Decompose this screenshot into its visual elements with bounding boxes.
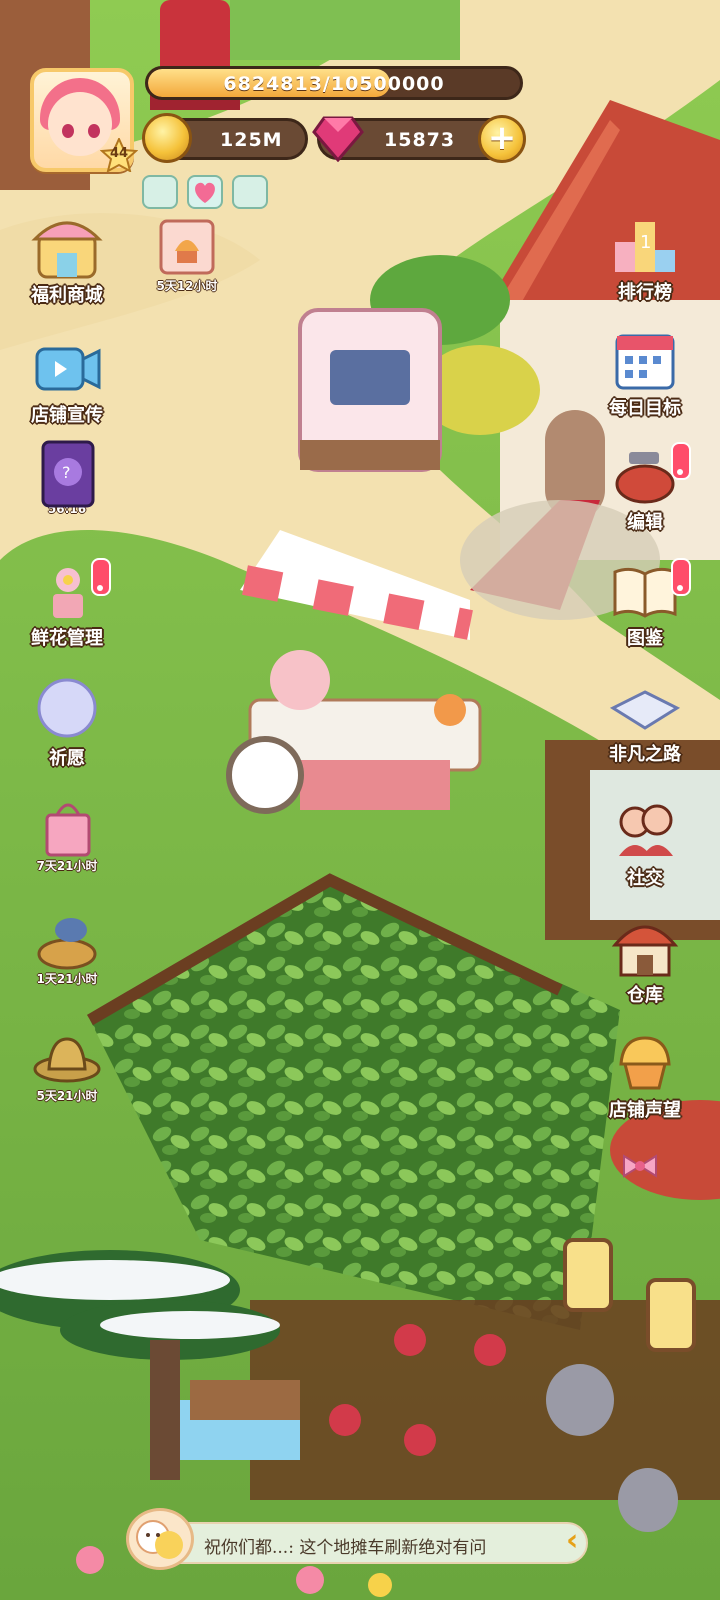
edit-label: 编辑 [627,512,663,533]
mystery-book-button[interactable]: ? 56:16 [12,440,122,516]
bird-nest-icon [31,908,103,972]
gift-bag-timer: 7天21小时 [36,859,98,873]
open-book-icon [609,558,691,622]
daily-goals-button[interactable]: 每日目标 [590,328,700,420]
calendar-icon [609,328,681,392]
timed-event-cupcake-button[interactable]: 5天12小时 [132,215,242,294]
chat-message: 祝你们都...: 这个地摊车刷新绝对有问 [204,1538,487,1558]
shop-house-icon [31,215,103,279]
hammer-toolbox-icon [609,442,691,506]
warehouse-icon [609,915,681,979]
bird-nest-event-button[interactable]: 1天21小时 [12,908,122,987]
flower-bed-icon[interactable] [232,175,268,209]
podium-icon: 1 [609,212,681,276]
welfare-shop-button[interactable]: 福利商城 [12,215,122,307]
explorer-hat-event-button[interactable]: 5天21小时 [12,1025,122,1104]
svg-text:?: ? [62,463,71,482]
ranking-label: 排行榜 [618,282,672,303]
daily-goals-label: 每日目标 [609,398,681,419]
alert-badge-icon [671,558,691,596]
atlas-label: 图鉴 [627,628,663,649]
xp-text: 6824813/10500000 [223,73,445,95]
wish-label: 祈愿 [49,748,85,769]
extraordinary-road-label: 非凡之路 [609,744,681,765]
extraordinary-road-button[interactable]: 非凡之路 [590,688,700,766]
store-promotion-label: 店铺宣传 [31,405,103,426]
mystery-book-icon: ? [31,440,103,508]
coin-icon [142,113,192,163]
explorer-hat-timer: 5天21小时 [36,1089,98,1103]
flower-management-button[interactable]: 鲜花管理 [12,558,122,650]
level-star-badge: 44 [99,136,139,173]
wish-button[interactable]: 祈愿 [12,678,122,770]
flower-pot-icon [31,558,111,622]
cupcake-scroll-icon [151,215,223,279]
wish-moon-icon [31,678,103,742]
store-promotion-button[interactable]: 店铺宣传 [12,335,122,427]
ranking-button[interactable]: 1 排行榜 [590,212,700,304]
coin-amount: 125M [220,129,283,151]
gift-bag-icon [31,795,103,859]
welfare-shop-label: 福利商城 [31,285,103,306]
edit-button[interactable]: 编辑 [590,442,700,534]
gem-icon [312,116,364,162]
flower-management-label: 鲜花管理 [31,628,103,649]
bird-nest-timer: 1天21小时 [36,972,98,986]
social-label: 社交 [627,868,663,889]
alert-badge-icon [671,442,691,480]
world-chat-bar[interactable]: 祝你们都...: 这个地摊车刷新绝对有问 [128,1522,588,1564]
road-tile-icon [609,688,681,738]
chat-emoji-icon[interactable] [126,1508,194,1570]
video-camera-icon [31,335,103,399]
social-button[interactable]: 社交 [590,798,700,890]
heart-icon[interactable] [187,175,223,209]
svg-text:1: 1 [640,232,651,253]
explorer-hat-icon [31,1025,103,1089]
cupcake-icon [609,1030,681,1094]
gem-amount: 15873 [384,129,456,151]
gift-bag-event-button[interactable]: 7天21小时 [12,795,122,874]
pink-bow-icon[interactable] [620,1150,660,1194]
store-reputation-label: 店铺声望 [609,1100,681,1121]
cupcake-event-timer: 5天12小时 [156,279,218,293]
collapse-chevron-icon[interactable]: ‹ [566,1523,600,1563]
warehouse-button[interactable]: 仓库 [590,915,700,1007]
add-gems-button[interactable]: + [478,115,526,163]
warehouse-label: 仓库 [627,985,663,1006]
store-reputation-button[interactable]: 店铺声望 [590,1030,700,1122]
atlas-button[interactable]: 图鉴 [590,558,700,650]
player-level: 44 [109,146,129,161]
friends-icon [609,798,681,862]
alert-badge-icon [91,558,111,596]
table-icon[interactable] [142,175,178,209]
xp-progress-bar: 6824813/10500000 [145,66,523,100]
